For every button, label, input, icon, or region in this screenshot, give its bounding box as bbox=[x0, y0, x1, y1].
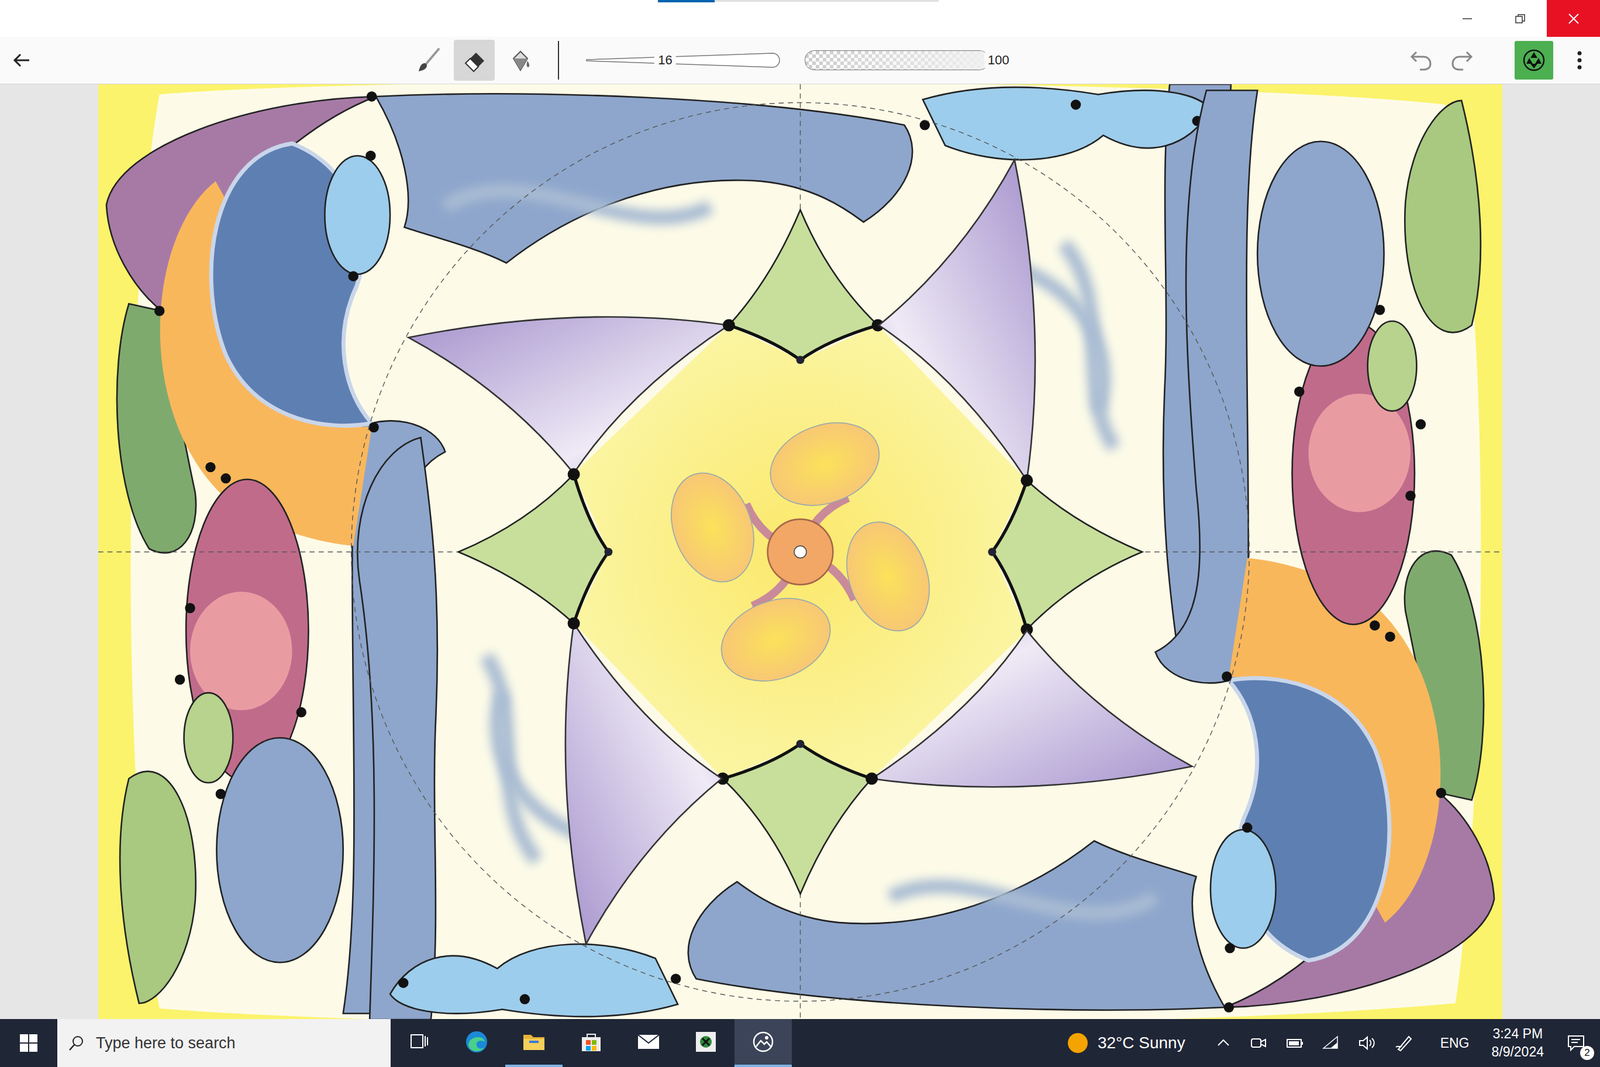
mandala-drawing bbox=[98, 84, 1503, 1019]
volume-icon[interactable] bbox=[1357, 1032, 1378, 1053]
clock[interactable]: 3:24 PM8/9/2024 bbox=[1481, 1018, 1554, 1067]
wifi-icon[interactable] bbox=[1321, 1032, 1341, 1053]
game-app-icon bbox=[692, 1028, 719, 1055]
start-button[interactable] bbox=[0, 1018, 58, 1067]
explorer-taskbar-button[interactable] bbox=[505, 1018, 563, 1067]
back-button[interactable] bbox=[1, 39, 43, 81]
clock-date: 8/9/2024 bbox=[1491, 1042, 1544, 1061]
mail-taskbar-button[interactable] bbox=[619, 1018, 678, 1067]
title-bar bbox=[0, 0, 1600, 37]
input-language[interactable]: ENG bbox=[1427, 1018, 1483, 1067]
more-button[interactable] bbox=[1561, 39, 1598, 81]
minimize-icon bbox=[1461, 12, 1474, 25]
edge-icon bbox=[463, 1028, 490, 1055]
redo-icon bbox=[1449, 47, 1475, 74]
close-icon bbox=[1567, 12, 1581, 26]
size-track bbox=[585, 48, 785, 72]
photos-icon bbox=[750, 1028, 777, 1055]
weather-text: 32°C Sunny bbox=[1097, 1033, 1186, 1053]
xbox-taskbar-button[interactable] bbox=[677, 1018, 735, 1067]
sun-icon bbox=[1066, 1030, 1090, 1055]
clock-time: 3:24 PM bbox=[1492, 1024, 1543, 1043]
loading-indicator bbox=[657, 0, 939, 3]
windows-logo-icon bbox=[19, 1033, 39, 1053]
more-dots-icon bbox=[1576, 48, 1584, 72]
brush-tool[interactable] bbox=[408, 39, 450, 81]
toolbar: 16 100 bbox=[0, 36, 1600, 85]
task-view-icon bbox=[407, 1029, 431, 1054]
weather-widget[interactable]: 32°C Sunny bbox=[1054, 1018, 1198, 1067]
battery-icon[interactable] bbox=[1284, 1032, 1305, 1053]
size-value: 16 bbox=[654, 52, 676, 68]
brush-icon bbox=[415, 46, 443, 74]
undo-button[interactable] bbox=[1400, 39, 1442, 81]
restore-icon bbox=[1514, 12, 1527, 25]
opacity-slider[interactable]: 100 bbox=[804, 48, 989, 72]
brush-size-slider[interactable]: 16 bbox=[585, 48, 785, 72]
mail-icon bbox=[635, 1028, 662, 1055]
minimize-button[interactable] bbox=[1440, 0, 1494, 37]
notification-center-button[interactable]: 2 bbox=[1553, 1018, 1600, 1067]
restore-button[interactable] bbox=[1493, 0, 1547, 37]
notification-count: 2 bbox=[1580, 1045, 1595, 1060]
mandala-mode-button[interactable] bbox=[1514, 40, 1554, 80]
task-view-taskbar-button[interactable] bbox=[390, 1018, 448, 1067]
tool-group bbox=[408, 39, 541, 81]
opacity-track bbox=[804, 50, 989, 71]
opacity-value: 100 bbox=[984, 52, 1013, 68]
drawing-canvas[interactable] bbox=[98, 84, 1503, 1019]
photos-taskbar-button[interactable] bbox=[734, 1018, 792, 1067]
undo-icon bbox=[1408, 47, 1434, 74]
back-arrow-icon bbox=[11, 50, 32, 71]
fill-bucket-icon bbox=[506, 46, 534, 74]
mandala-icon bbox=[1521, 47, 1547, 74]
store-taskbar-button[interactable] bbox=[562, 1018, 620, 1067]
toolbar-divider bbox=[557, 40, 560, 80]
edge-taskbar-button[interactable] bbox=[447, 1018, 506, 1067]
canvas-area bbox=[0, 84, 1600, 1019]
paint-app-window: 16100Type here to search32°C SunnyENG3:2… bbox=[0, 0, 1600, 1067]
store-icon bbox=[578, 1028, 605, 1055]
redo-button[interactable] bbox=[1441, 39, 1483, 81]
meet-now-icon[interactable] bbox=[1248, 1032, 1269, 1053]
folder-icon bbox=[521, 1028, 547, 1055]
pen-workspace-icon[interactable] bbox=[1393, 1032, 1414, 1053]
opacity-fill bbox=[805, 50, 989, 70]
search-box[interactable]: Type here to search bbox=[57, 1018, 391, 1067]
close-button[interactable] bbox=[1546, 0, 1600, 37]
eraser-icon bbox=[460, 46, 488, 74]
fill-tool[interactable] bbox=[499, 39, 541, 81]
search-placeholder: Type here to search bbox=[95, 1033, 236, 1053]
taskbar: Type here to search32°C SunnyENG3:24 PM8… bbox=[0, 1018, 1600, 1067]
show-hidden-icons-icon[interactable] bbox=[1214, 1033, 1233, 1052]
eraser-tool[interactable] bbox=[453, 39, 495, 81]
search-icon bbox=[67, 1033, 86, 1052]
system-tray bbox=[1197, 1018, 1428, 1067]
